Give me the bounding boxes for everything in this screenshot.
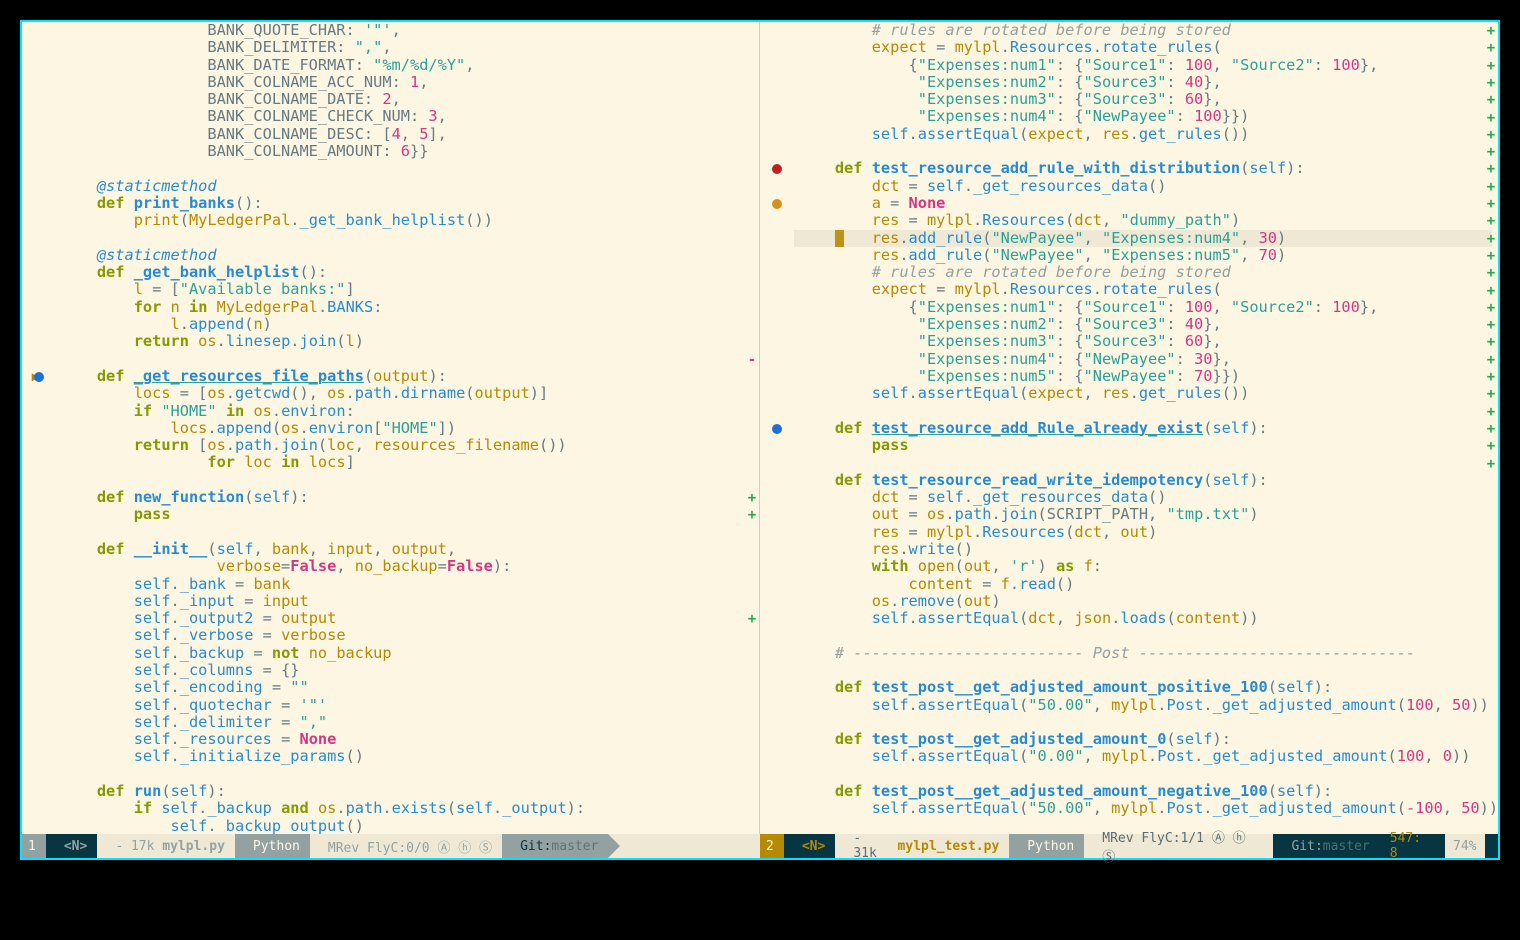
buffer-info: - 31k mylpl_test.py	[835, 834, 1009, 858]
diff-marker: +	[1486, 75, 1496, 91]
diff-marker: +	[1486, 40, 1496, 56]
gutter-marker-info	[34, 372, 44, 382]
left-code-area[interactable]: BANK_QUOTE_CHAR: '"', BANK_DELIMITER: ",…	[60, 22, 749, 834]
diff-marker: +	[747, 611, 757, 627]
diff-marker: +	[1486, 404, 1496, 420]
major-mode[interactable]: Python	[235, 834, 310, 858]
left-gutter: ▸	[22, 22, 56, 834]
diff-marker: +	[1486, 127, 1496, 143]
right-pane[interactable]: # rules are rotated before being stored …	[760, 22, 1498, 834]
major-mode[interactable]: Python	[1009, 834, 1084, 858]
diff-marker: +	[1486, 265, 1496, 281]
right-code-area[interactable]: # rules are rotated before being stored …	[798, 22, 1488, 834]
minor-modes[interactable]: MRev FlyC:0/0 Ⓐ ⓗ Ⓢ	[310, 834, 502, 858]
diff-marker: +	[1486, 110, 1496, 126]
diff-marker: +	[1486, 144, 1496, 160]
diff-marker: +	[1486, 317, 1496, 333]
diff-marker: +	[1486, 386, 1496, 402]
scroll-percent: 74%	[1445, 834, 1484, 858]
diff-marker: +	[1486, 196, 1496, 212]
diff-marker: +	[1486, 213, 1496, 229]
diff-marker: +	[747, 490, 757, 506]
minor-modes[interactable]: MRev FlyC:1/1 Ⓐ ⓗ Ⓢ	[1084, 834, 1273, 858]
gutter-marker-error	[772, 164, 782, 174]
gutter-marker-info	[772, 424, 782, 434]
modelines: 1 <N> - 17k mylpl.py Python MRev FlyC:0/…	[22, 834, 1498, 858]
right-gutter	[760, 22, 794, 834]
diff-marker: +	[1486, 334, 1496, 350]
vc-segment[interactable]: Git:master	[502, 834, 608, 858]
diff-marker: +	[1486, 92, 1496, 108]
diff-marker: +	[1486, 352, 1496, 368]
left-pane[interactable]: ▸ BANK_QUOTE_CHAR: '"', BANK_DELIMITER: …	[22, 22, 760, 834]
evil-state: <N>	[46, 834, 97, 858]
diff-marker: +	[1486, 161, 1496, 177]
diff-marker: +	[1486, 421, 1496, 437]
split-panes: ▸ BANK_QUOTE_CHAR: '"', BANK_DELIMITER: …	[22, 22, 1498, 834]
window-number: 2	[760, 834, 784, 858]
diff-marker: +	[1486, 179, 1496, 195]
gutter-marker-warning	[772, 199, 782, 209]
diff-marker: +	[1486, 231, 1496, 247]
diff-marker: +	[1486, 369, 1496, 385]
diff-marker: +	[1486, 438, 1496, 454]
diff-marker: +	[1486, 283, 1496, 299]
scrollbar-thumb[interactable]	[1485, 834, 1498, 858]
diff-marker: +	[1486, 456, 1496, 472]
editor-frame: ▸ BANK_QUOTE_CHAR: '"', BANK_DELIMITER: …	[20, 20, 1500, 860]
modeline-right[interactable]: 2 <N> - 31k mylpl_test.py Python MRev Fl…	[760, 834, 1498, 858]
diff-marker: +	[1486, 300, 1496, 316]
diff-marker: +	[1486, 58, 1496, 74]
evil-state: <N>	[784, 834, 835, 858]
modeline-left[interactable]: 1 <N> - 17k mylpl.py Python MRev FlyC:0/…	[22, 834, 760, 858]
window-number: 1	[22, 834, 46, 858]
vc-segment[interactable]: Git:master	[1273, 834, 1379, 858]
diff-marker: +	[1486, 248, 1496, 264]
buffer-info: - 17k mylpl.py	[97, 834, 235, 858]
diff-marker: +	[1486, 23, 1496, 39]
diff-marker: -	[747, 352, 757, 368]
diff-marker: +	[747, 507, 757, 523]
